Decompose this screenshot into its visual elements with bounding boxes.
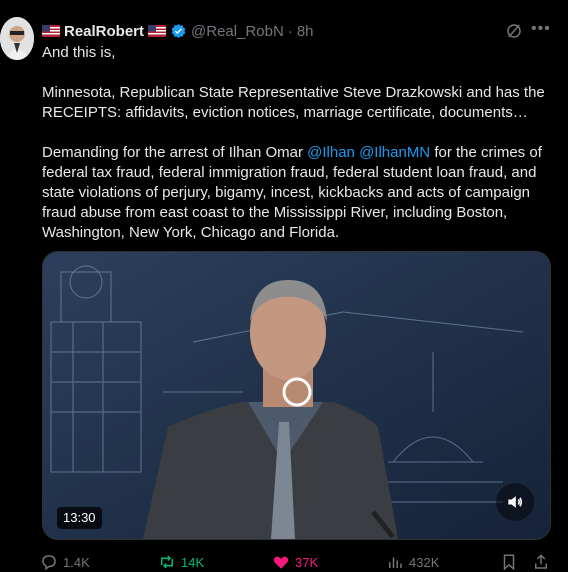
verified-icon[interactable] bbox=[170, 23, 187, 40]
para3-start: Demanding for the arrest of Ilhan Omar bbox=[42, 144, 308, 161]
views-button[interactable]: 432K bbox=[386, 552, 439, 572]
grok-icon[interactable] bbox=[505, 22, 523, 40]
tweet-paragraph-2: Minnesota, Republican State Representati… bbox=[42, 84, 545, 121]
repost-button[interactable]: 14K bbox=[158, 552, 204, 572]
video-frame bbox=[43, 252, 550, 539]
retweet-icon bbox=[161, 555, 173, 569]
video-duration: 13:30 bbox=[57, 507, 102, 529]
display-name[interactable]: RealRobert bbox=[64, 23, 144, 40]
like-icon bbox=[273, 556, 289, 569]
views-icon bbox=[389, 557, 402, 568]
timestamp[interactable]: 8h bbox=[297, 23, 314, 40]
tweet-text: And this is, Minnesota, Republican State… bbox=[42, 43, 557, 243]
tweet-header: RealRobert @Real_RobN · 8h bbox=[42, 20, 314, 42]
tweet-paragraph-3: Demanding for the arrest of Ilhan Omar @… bbox=[42, 143, 557, 243]
us-flag-icon bbox=[148, 25, 167, 37]
tweet-actions: 1.4K 14K 37K 432K bbox=[40, 552, 555, 572]
share-icon bbox=[535, 554, 547, 569]
reply-button[interactable]: 1.4K bbox=[40, 552, 90, 572]
separator-dot: · bbox=[287, 22, 293, 40]
video-player[interactable] bbox=[42, 251, 551, 540]
handle[interactable]: @Real_RobN bbox=[191, 23, 284, 40]
reply-icon bbox=[42, 555, 56, 571]
views-count: 432K bbox=[409, 554, 440, 570]
us-flag-icon bbox=[42, 25, 60, 37]
mention-ilhanmn[interactable]: @IlhanMN bbox=[359, 144, 430, 161]
like-count: 37K bbox=[295, 554, 319, 570]
repost-count: 14K bbox=[181, 554, 205, 570]
bookmark-icon bbox=[503, 554, 515, 571]
tweet-line-1: And this is, bbox=[42, 44, 116, 61]
volume-icon[interactable] bbox=[496, 483, 534, 521]
share-button[interactable] bbox=[532, 552, 550, 572]
bookmark-button[interactable] bbox=[500, 552, 518, 572]
avatar[interactable] bbox=[0, 17, 34, 60]
tweet: RealRobert @Real_RobN · 8h ••• And this … bbox=[0, 0, 568, 571]
like-button[interactable]: 37K bbox=[272, 552, 318, 572]
mention-ilhan[interactable]: @Ilhan bbox=[307, 144, 355, 161]
reply-count: 1.4K bbox=[63, 554, 90, 570]
more-icon[interactable]: ••• bbox=[531, 20, 551, 40]
